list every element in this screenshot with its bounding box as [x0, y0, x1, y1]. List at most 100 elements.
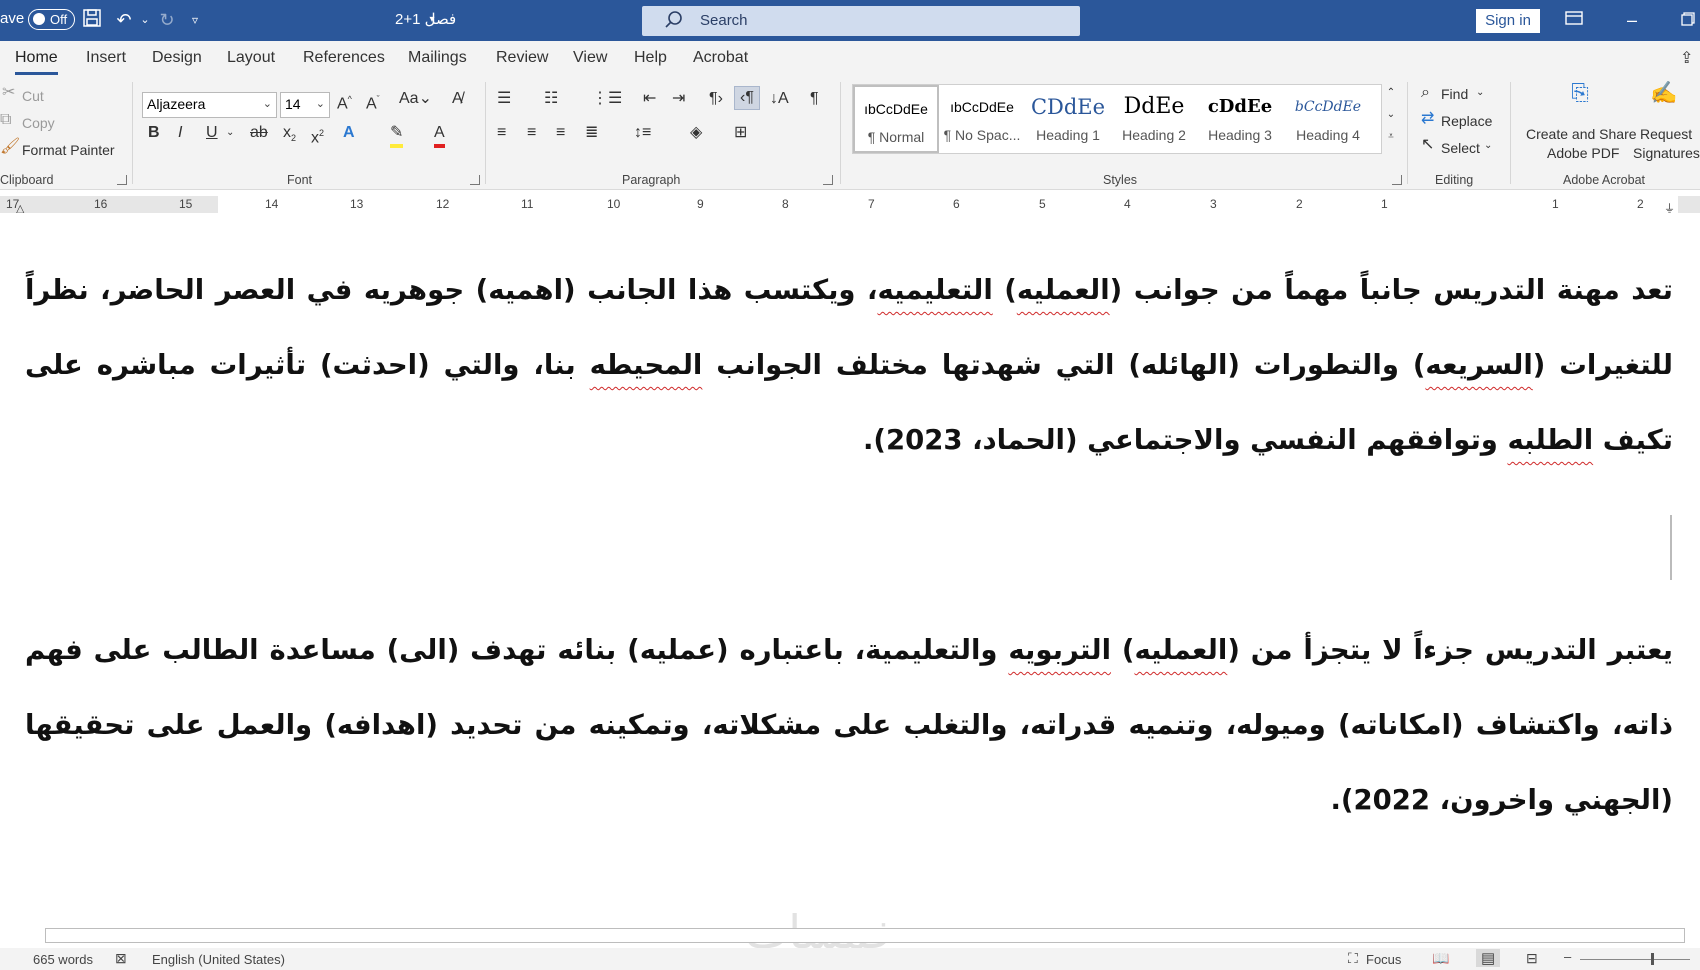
spelling-error[interactable]: الطلبه [1507, 424, 1593, 456]
copy-button[interactable]: Copy [22, 115, 55, 131]
ltr-direction-icon[interactable]: ¶› [709, 88, 723, 110]
tab-layout[interactable]: Layout [227, 49, 275, 67]
word-count[interactable]: 665 words [33, 952, 93, 967]
ribbon-display-icon[interactable] [1562, 8, 1586, 32]
undo-dropdown-icon[interactable]: ⌄ [133, 8, 157, 32]
spelling-error[interactable]: العمليه [1134, 634, 1227, 666]
styles-scroll-up-icon[interactable]: ⌃ [1382, 82, 1400, 104]
font-color-icon[interactable]: A [434, 122, 445, 148]
font-name-combo[interactable]: Aljazeera ⌄ [142, 92, 277, 118]
zoom-slider[interactable] [1580, 959, 1690, 960]
tab-references[interactable]: References [303, 49, 385, 67]
chevron-down-icon[interactable]: ⌄ [1484, 135, 1492, 157]
spelling-error[interactable]: المحيطه [590, 349, 703, 381]
style-heading-4[interactable]: bCcDdEe Heading 4 [1283, 85, 1373, 153]
proofing-icon[interactable]: ⊠ [115, 950, 127, 967]
bold-icon[interactable]: B [148, 122, 160, 144]
spelling-error[interactable]: السريعه [1425, 349, 1532, 381]
tab-view[interactable]: View [573, 49, 607, 67]
subscript-icon[interactable]: x2 [283, 122, 296, 149]
tab-review[interactable]: Review [496, 49, 548, 67]
restore-icon[interactable] [1676, 8, 1700, 32]
bullets-icon[interactable]: ☰ [497, 88, 511, 110]
styles-dialog-launcher[interactable] [1392, 175, 1402, 185]
text-effects-icon[interactable]: A [343, 122, 355, 144]
cut-button[interactable]: Cut [22, 88, 44, 104]
tab-design[interactable]: Design [152, 49, 202, 67]
replace-icon[interactable]: ⇄ [1421, 108, 1434, 130]
find-icon[interactable]: ⌕ [1421, 82, 1430, 104]
highlight-icon[interactable]: ✎ [390, 122, 404, 148]
spelling-error[interactable]: العمليه [1017, 274, 1110, 306]
styles-scroll-down-icon[interactable]: ⌄ [1382, 104, 1400, 126]
autosave-toggle[interactable]: Off [28, 9, 75, 30]
read-mode-icon[interactable]: 📖 [1432, 950, 1449, 967]
strikethrough-icon[interactable]: ab [250, 122, 268, 144]
horizontal-scrollbar[interactable] [45, 928, 1685, 943]
styles-more-icon[interactable]: ⩡ [1382, 126, 1400, 148]
title-chevron-down-icon[interactable]: ▾ [420, 8, 444, 32]
request-signatures-icon[interactable]: ✍ [1650, 82, 1677, 104]
paragraph-2[interactable]: يعتبر التدريس جزءاً لا يتجزأ من (العمليه… [25, 613, 1673, 838]
clear-formatting-icon[interactable]: A̸ [452, 88, 463, 110]
change-case-icon[interactable]: Aa⌄ [399, 88, 432, 110]
format-painter-button[interactable]: Format Painter [22, 142, 115, 158]
redo-icon[interactable]: ↻ [155, 8, 179, 32]
shrink-font-icon[interactable]: Aˇ [366, 88, 380, 115]
select-icon[interactable]: ↖ [1421, 134, 1434, 156]
rtl-direction-icon[interactable]: ‹¶ [734, 86, 760, 110]
borders-icon[interactable]: ⊞ [734, 122, 747, 144]
share-icon[interactable]: ⇪ [1680, 48, 1693, 68]
tab-acrobat[interactable]: Acrobat [693, 49, 748, 67]
select-button[interactable]: Select [1441, 140, 1480, 156]
align-center-icon[interactable]: ≡ [527, 122, 536, 144]
line-spacing-icon[interactable]: ↕≡ [634, 122, 651, 144]
align-left-icon[interactable]: ≡ [497, 122, 506, 144]
numbering-icon[interactable]: ☷ [544, 88, 558, 110]
tab-help[interactable]: Help [634, 49, 667, 67]
style-heading-3[interactable]: cDdEe Heading 3 [1197, 85, 1283, 153]
style-normal[interactable]: ıbCcDdEe ¶ Normal [853, 85, 939, 153]
clipboard-dialog-launcher[interactable] [117, 175, 127, 185]
show-formatting-icon[interactable]: ¶ [810, 88, 819, 110]
increase-indent-icon[interactable]: ⇥ [672, 88, 685, 110]
focus-button[interactable]: Focus [1366, 952, 1401, 967]
tab-home[interactable]: Home [15, 49, 58, 75]
spelling-error[interactable]: التعليميه [877, 274, 992, 306]
multilevel-list-icon[interactable]: ⋮☰ [592, 88, 622, 110]
zoom-out-icon[interactable]: – [1564, 949, 1571, 964]
tab-insert[interactable]: Insert [86, 49, 126, 67]
chevron-down-icon[interactable]: ⌄ [1476, 82, 1484, 104]
find-button[interactable]: Find [1441, 86, 1468, 102]
focus-icon[interactable]: ⛶ [1348, 950, 1358, 967]
replace-button[interactable]: Replace [1441, 113, 1492, 129]
grow-font-icon[interactable]: A^ [337, 88, 352, 115]
copy-icon[interactable]: ⧉ [0, 109, 11, 131]
style-heading-1[interactable]: CDdEe Heading 1 [1025, 85, 1111, 153]
minimize-icon[interactable]: – [1620, 8, 1644, 32]
shading-icon[interactable]: ◈ [690, 122, 702, 144]
search-box[interactable]: Search [642, 6, 1080, 36]
customize-qat-icon[interactable]: ▿ [183, 8, 207, 32]
align-right-icon[interactable]: ≡ [556, 122, 565, 144]
language-status[interactable]: English (United States) [152, 952, 285, 967]
document-page[interactable]: تعد مهنة التدريس جانباً مهماً من جوانب (… [0, 213, 1700, 928]
web-layout-icon[interactable]: ⊟ [1526, 950, 1538, 967]
spelling-error[interactable]: التربويه [1008, 634, 1111, 666]
zoom-slider-thumb[interactable] [1651, 953, 1654, 965]
sign-in-button[interactable]: Sign in [1476, 9, 1540, 33]
save-icon[interactable] [80, 8, 104, 32]
underline-icon[interactable]: U [206, 122, 218, 144]
tab-mailings[interactable]: Mailings [408, 49, 467, 67]
paragraph-1[interactable]: تعد مهنة التدريس جانباً مهماً من جوانب (… [25, 253, 1673, 478]
style-no-spacing[interactable]: ıbCcDdEe ¶ No Spac... [939, 85, 1025, 153]
sort-icon[interactable]: ↓A [770, 88, 789, 110]
format-painter-icon[interactable]: 🖌 [0, 136, 20, 158]
vertical-scrollbar-thumb[interactable] [1670, 515, 1672, 580]
superscript-icon[interactable]: x2 [311, 122, 324, 149]
chevron-down-icon[interactable]: ⌄ [226, 122, 234, 144]
justify-icon[interactable]: ≣ [585, 122, 598, 144]
font-size-combo[interactable]: 14 ⌄ [280, 92, 330, 118]
style-heading-2[interactable]: DdEe Heading 2 [1111, 85, 1197, 153]
create-pdf-icon[interactable]: ⎘ [1567, 82, 1593, 104]
